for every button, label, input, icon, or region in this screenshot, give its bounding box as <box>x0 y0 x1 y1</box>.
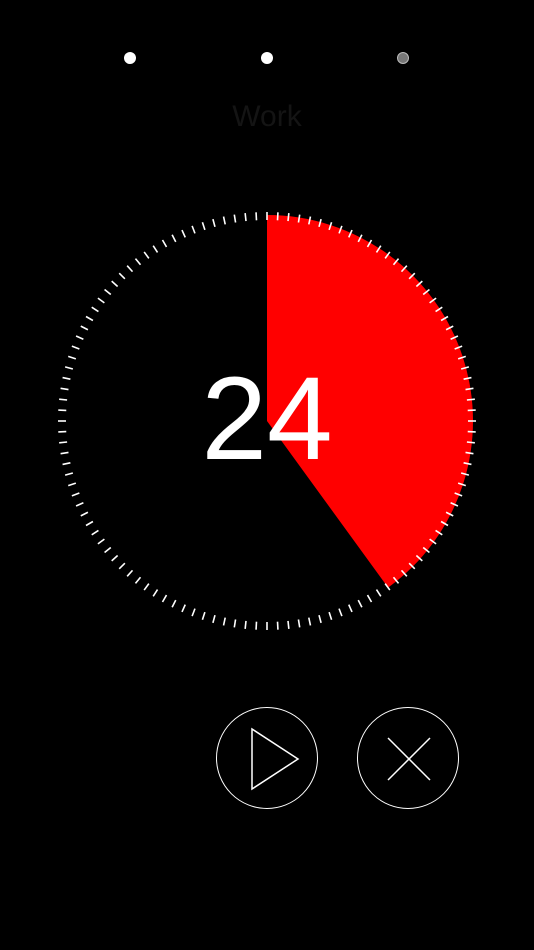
dial-tick <box>233 619 237 628</box>
dial-tick <box>104 546 112 554</box>
dial-tick <box>62 462 71 466</box>
dial-tick <box>126 265 134 273</box>
play-icon <box>251 727 300 791</box>
dial-tick <box>287 620 290 629</box>
dial-tick <box>85 520 94 527</box>
dial-tick <box>111 280 119 288</box>
timer-dial <box>58 212 476 630</box>
dial-tick <box>134 258 142 266</box>
dial-tick <box>181 604 186 613</box>
dial-tick <box>60 387 69 391</box>
dial-tick <box>97 297 105 304</box>
dial-tick <box>318 614 322 624</box>
dial-tick <box>59 398 68 401</box>
dial-tick <box>201 611 206 621</box>
dial-tick <box>222 216 226 225</box>
dial-tick <box>212 218 216 228</box>
dial-tick <box>67 355 77 360</box>
dial-tick <box>233 214 237 223</box>
dial-tick <box>85 315 94 322</box>
mode-title: Work <box>232 100 302 133</box>
dial-tick <box>62 376 71 380</box>
dial-tick <box>201 221 206 231</box>
dial-tick <box>134 576 142 584</box>
dial-tick <box>308 617 312 626</box>
close-icon <box>387 737 431 781</box>
play-button[interactable] <box>216 707 318 809</box>
page-indicator <box>0 52 534 66</box>
dial-tick <box>64 472 74 476</box>
dial-tick <box>244 213 247 222</box>
dial-tick <box>59 441 68 444</box>
dial-tick <box>181 229 186 238</box>
page-dot-1[interactable] <box>124 52 136 64</box>
dial-tick <box>152 589 159 597</box>
dial-tick <box>212 614 216 624</box>
dial-tick <box>143 251 150 259</box>
dial-tick <box>64 366 74 370</box>
dial-tick <box>375 589 382 597</box>
dial-tick <box>104 288 112 296</box>
dial-tick <box>466 441 475 444</box>
dial-tick <box>111 554 119 562</box>
dial-tick <box>80 325 89 331</box>
dial-tick <box>60 451 69 455</box>
dial-tick <box>71 492 80 497</box>
dial-tick <box>348 604 353 613</box>
dial-tick <box>222 617 226 626</box>
progress-wedge <box>267 215 473 588</box>
dial-tick <box>67 482 77 487</box>
cancel-button[interactable] <box>357 707 459 809</box>
dial-tick <box>357 599 363 608</box>
dial-tick <box>97 538 105 545</box>
page-dot-3[interactable] <box>397 52 409 64</box>
dial-tick <box>466 398 475 401</box>
dial-tick <box>118 562 126 570</box>
dial-tick <box>191 608 196 617</box>
dial-tick <box>287 213 290 222</box>
dial-tick <box>75 335 84 340</box>
dial-tick <box>91 306 99 313</box>
dial-tick <box>366 594 373 603</box>
dial-tick <box>297 619 301 628</box>
dial-tick <box>161 594 168 603</box>
dial-tick <box>80 511 89 517</box>
dial-tick <box>244 620 247 629</box>
dial-tick <box>126 569 134 577</box>
dial-tick <box>91 529 99 536</box>
page-dot-2[interactable] <box>261 52 273 64</box>
dial-tick <box>338 608 343 617</box>
dial-tick <box>75 502 84 507</box>
dial-tick <box>328 611 333 621</box>
dial-tick <box>171 599 177 608</box>
dial-tick <box>71 345 80 350</box>
dial-tick <box>143 583 150 591</box>
dial-tick <box>191 225 196 234</box>
dial-tick <box>152 245 159 253</box>
dial-tick <box>118 272 126 280</box>
dial-tick <box>171 234 177 243</box>
dial-tick <box>161 239 168 248</box>
